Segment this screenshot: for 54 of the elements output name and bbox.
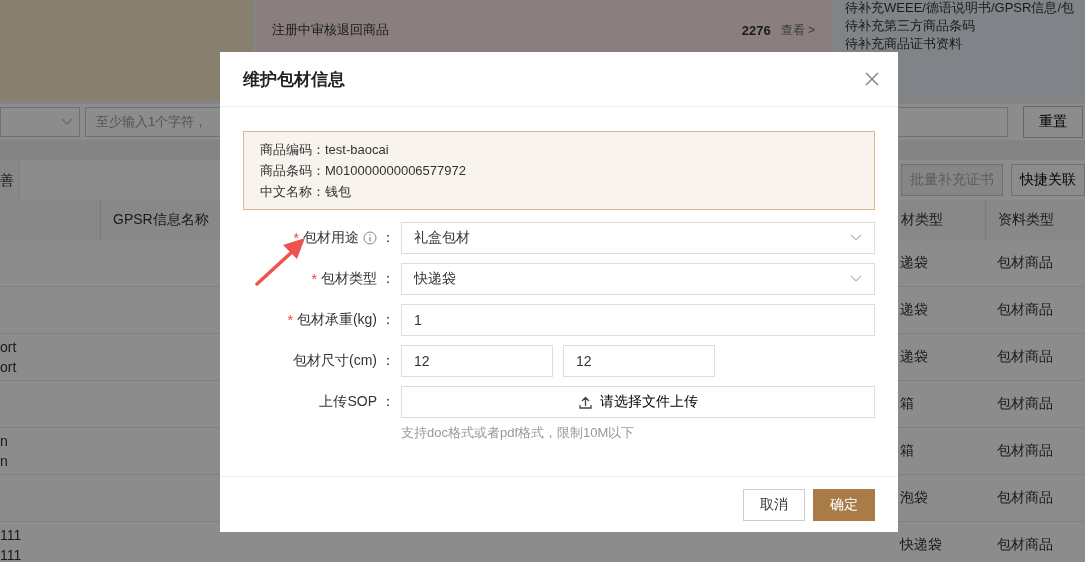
field-hint: 支持doc格式或者pdf格式，限制10M以下 <box>401 424 636 442</box>
cell-text: ort <box>0 339 18 355</box>
label-colon: ： <box>381 270 395 288</box>
table-cell: 包材商品 <box>985 240 1085 287</box>
cancel-button[interactable]: 取消 <box>743 488 805 521</box>
cell-text: 111 <box>0 547 23 562</box>
cell-text: 111 <box>0 527 23 543</box>
table-cell: 包材商品 <box>985 334 1085 381</box>
table-cell: 包材商品 <box>985 428 1085 475</box>
upload-button[interactable]: 请选择文件上传 <box>401 386 875 418</box>
tab[interactable]: 善 <box>0 160 20 200</box>
stat-count: 2276 <box>741 22 771 38</box>
view-link[interactable]: 查看 > <box>780 21 816 39</box>
stat-label: 注册中审核退回商品 <box>271 21 390 39</box>
info-line: 商品编码：test-baocai <box>260 141 390 159</box>
label-colon: ： <box>381 311 395 329</box>
table-cell: 包材商品 <box>985 381 1085 428</box>
cell-text: ort <box>0 359 18 375</box>
todo-item[interactable]: 待补充商品证书资料 <box>845 36 1074 52</box>
toolbar-button[interactable]: 快捷关联 <box>1011 164 1085 196</box>
column-header: 资料类型 <box>985 200 1085 240</box>
info-icon[interactable] <box>363 231 377 245</box>
info-line: 商品条码：M010000000006577972 <box>260 162 467 180</box>
cell-text: n <box>0 433 9 449</box>
todo-item[interactable]: 待补充WEEE/德语说明书/GPSR信息/包 <box>845 0 1074 16</box>
reset-button[interactable]: 重置 <box>1023 106 1083 138</box>
info-line: 中文名称：钱包 <box>260 183 352 201</box>
field-label: 包材类型 <box>321 270 377 288</box>
table-cell: 包材商品 <box>985 287 1085 334</box>
caret-icon <box>61 118 73 126</box>
required-asterisk: * <box>287 312 293 328</box>
cell-text: n <box>0 453 9 469</box>
select-field[interactable]: 礼盒包材 <box>401 222 875 254</box>
input-field[interactable]: 1 <box>401 304 875 336</box>
label-colon: ： <box>381 352 395 370</box>
confirm-button[interactable]: 确定 <box>813 488 875 521</box>
close-icon[interactable] <box>864 71 880 87</box>
table-cell: 包材商品 <box>985 475 1085 522</box>
label-colon: ： <box>381 393 395 411</box>
field-label: 包材承重(kg) <box>296 311 377 329</box>
dialog-title: 维护包材信息 <box>243 68 345 91</box>
required-asterisk: * <box>311 271 317 287</box>
input-field[interactable]: 12 <box>401 345 553 377</box>
field-label: 上传SOP <box>319 393 377 411</box>
caret-icon <box>850 275 862 283</box>
select-field[interactable] <box>0 107 80 137</box>
field-label: 包材尺寸(cm) <box>293 352 377 370</box>
select-field[interactable]: 快递袋 <box>401 263 875 295</box>
caret-icon <box>850 234 862 242</box>
upload-icon <box>578 395 592 409</box>
arrow-annotation <box>255 238 305 286</box>
table-cell: 包材商品 <box>985 522 1085 562</box>
input-field[interactable]: 12 <box>563 345 715 377</box>
todo-item[interactable]: 待补充第三方商品条码 <box>845 18 1074 34</box>
